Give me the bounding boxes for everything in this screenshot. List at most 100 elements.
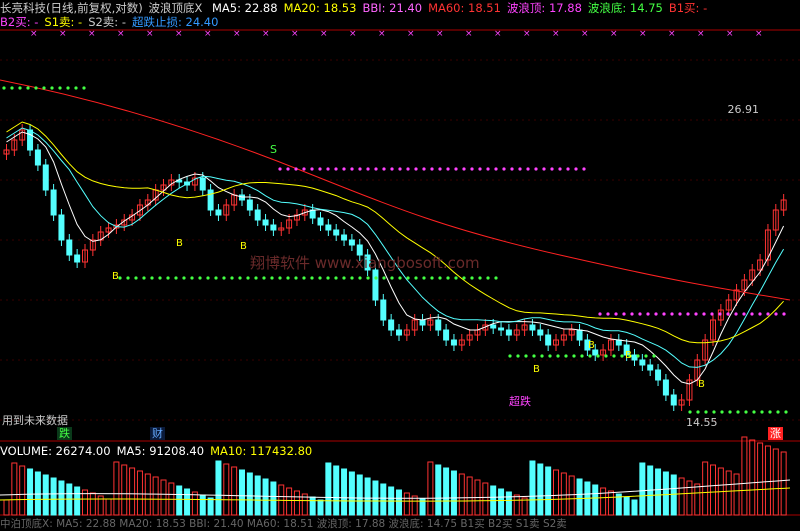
volume-bar-13 (105, 498, 112, 516)
indicator-name: 波浪顶底X (148, 1, 203, 15)
b-marker-5: B (698, 379, 705, 390)
top-line-b-dot-21 (766, 312, 770, 316)
bottom-line-a-dot-7 (58, 86, 62, 90)
b-marker-0: B (112, 271, 119, 282)
bottom-line-b-dot-25 (318, 276, 322, 280)
bottom-line-c-dot-13 (612, 354, 616, 358)
x-marker-16: × (494, 29, 502, 39)
x-marker-10: × (320, 29, 328, 39)
bottom-line-b-dot-15 (238, 276, 242, 280)
volume-bar-28 (223, 463, 230, 516)
top-line-a-dot-33 (542, 167, 546, 171)
top-line-a-dot-11 (366, 167, 370, 171)
bottom-line-b-dot-16 (246, 276, 250, 280)
top-line-a-dot-28 (502, 167, 506, 171)
top-line-a-dot-18 (422, 167, 426, 171)
bottom-line-b-dot-12 (214, 276, 218, 280)
volume-bar-11 (89, 492, 96, 516)
bottom-line-c-dot-12 (604, 354, 608, 358)
chaodie-label: 超跌 (509, 395, 531, 408)
volume-bar-22 (176, 485, 183, 516)
x-marker-21: × (639, 29, 647, 39)
volume-bar-86 (678, 477, 685, 516)
top-line-b-dot-19 (750, 312, 754, 316)
bottom-line-d-dot-12 (784, 410, 788, 414)
volume-bar-31 (246, 472, 253, 516)
volume-bar-98 (772, 448, 779, 516)
top-line-a-dot-2 (294, 167, 298, 171)
top-line-a-dot-19 (430, 167, 434, 171)
top-line-b-dot-23 (782, 312, 786, 316)
top-line-a-dot-21 (446, 167, 450, 171)
header-item-1: MA20: 18.53 (283, 1, 357, 15)
top-line-a-dot-37 (574, 167, 578, 171)
volume-item-1: MA5: 91208.40 (116, 444, 205, 458)
indicator-header: 长亮科技(日线,前复权,对数) 波浪顶底X MA5: 22.88 MA20: 18… (0, 1, 719, 15)
volume-bar-89 (702, 461, 709, 516)
bottom-line-c-dot-11 (596, 354, 600, 358)
volume-bar-17 (136, 470, 143, 516)
volume-bar-55 (435, 464, 442, 516)
die-badge: 跌 (57, 427, 72, 440)
bottom-line-a-dot-6 (50, 86, 54, 90)
future-data-label: 用到未来数据 (2, 414, 68, 427)
volume-bar-41 (325, 462, 332, 516)
s-marker-label: S (270, 143, 277, 156)
candle-body-34 (270, 224, 277, 231)
candle-body-50 (396, 329, 402, 336)
volume-bar-39 (309, 496, 316, 516)
x-marker-22: × (668, 29, 676, 39)
x-marker-25: × (755, 29, 763, 39)
header-item-5: 波浪底: 14.75 (587, 1, 663, 15)
bottom-line-b-dot-14 (230, 276, 234, 280)
top-line-a-dot-32 (534, 167, 538, 171)
ma20-line (6, 121, 784, 344)
volume-bar-75 (592, 484, 599, 516)
x-marker-12: × (378, 29, 386, 39)
header2-item-0: B2买: - (0, 15, 39, 29)
bottom-line-d-dot-4 (720, 410, 724, 414)
x-marker-3: × (117, 29, 125, 39)
top-line-b-dot-5 (638, 312, 642, 316)
volume-bar-4 (34, 471, 41, 516)
candle-body-7 (58, 214, 65, 241)
bottom-line-b-dot-8 (182, 276, 186, 280)
volume-bar-94 (741, 436, 748, 516)
top-line-a-dot-24 (470, 167, 474, 171)
bottom-line-b-dot-29 (350, 276, 354, 280)
bottom-line-b-dot-30 (358, 276, 362, 280)
top-line-a-dot-16 (406, 167, 410, 171)
bottom-line-b-dot-11 (206, 276, 210, 280)
volume-bar-54 (427, 461, 434, 516)
price-low-label: 14.55 (686, 416, 718, 429)
x-marker-23: × (697, 29, 705, 39)
volume-bar-65 (513, 494, 520, 516)
top-line-a-dot-23 (462, 167, 466, 171)
bottom-line-d-dot-2 (704, 410, 708, 414)
top-line-b-dot-1 (606, 312, 610, 316)
volume-bar-80 (631, 499, 638, 516)
bottom-line-a-dot-3 (26, 86, 30, 90)
volume-bar-2 (19, 465, 26, 516)
top-line-a-dot-0 (278, 167, 282, 171)
volume-bar-59 (466, 476, 473, 516)
top-line-a-dot-17 (414, 167, 418, 171)
bottom-line-b-dot-28 (342, 276, 346, 280)
bottom-line-b-dot-46 (486, 276, 490, 280)
volume-bar-45 (356, 474, 363, 516)
top-line-a-dot-27 (494, 167, 498, 171)
candle-body-48 (380, 299, 387, 321)
volume-bar-36 (286, 487, 293, 516)
header-item-6: B1买: - (668, 1, 708, 15)
bottom-line-a-dot-4 (34, 86, 38, 90)
volume-bar-88 (694, 483, 701, 516)
bottom-line-a-dot-5 (42, 86, 46, 90)
bottom-line-b-dot-47 (494, 276, 498, 280)
volume-bar-77 (607, 490, 614, 516)
top-line-a-dot-38 (582, 167, 586, 171)
volume-bar-93 (733, 473, 740, 516)
bbi-line (6, 127, 785, 368)
bottom-line-a-dot-8 (66, 86, 70, 90)
bottom-line-b-dot-10 (198, 276, 202, 280)
volume-bar-67 (529, 460, 536, 516)
